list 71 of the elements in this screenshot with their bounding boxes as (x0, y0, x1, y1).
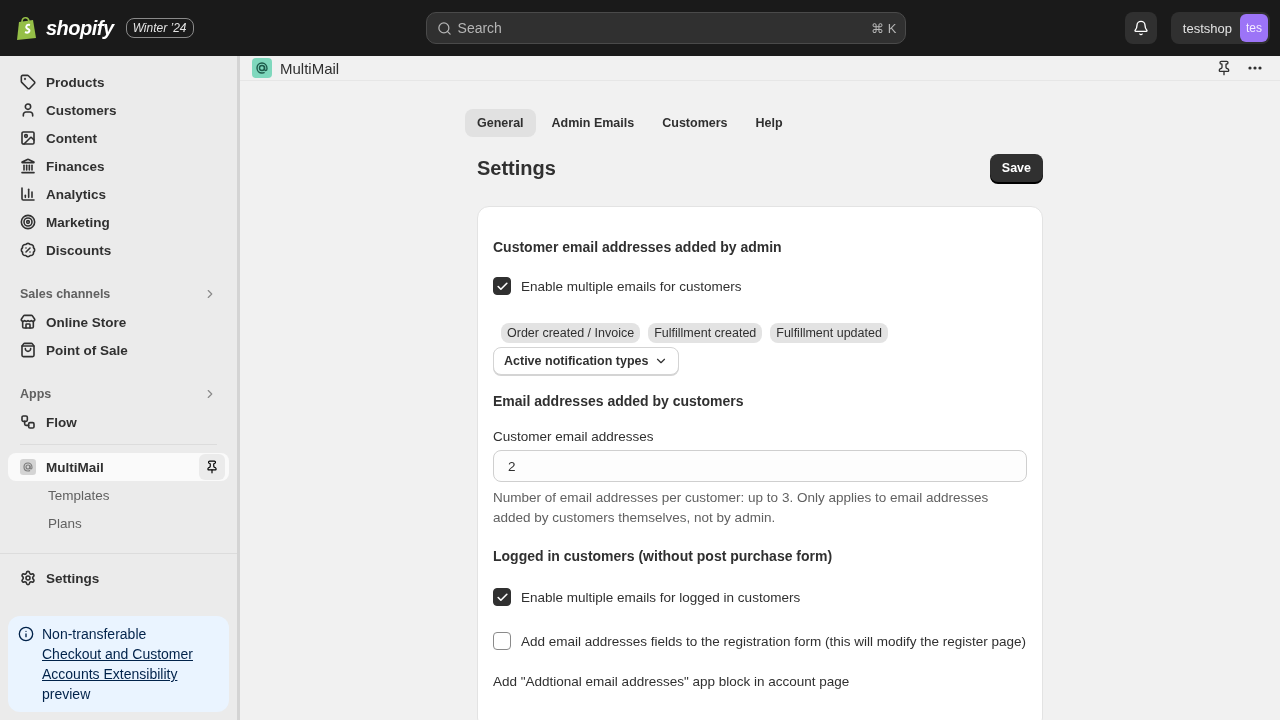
email-count-field[interactable]: 2 (493, 450, 1027, 482)
shopping-bag-logo-icon (16, 16, 38, 40)
info-icon (18, 626, 34, 642)
section-heading: Customer email addresses added by admin (493, 239, 783, 255)
search-icon (436, 20, 452, 36)
flow-icon (20, 414, 36, 430)
sidebar-subitem[interactable]: Templates (8, 481, 229, 509)
bar-chart-icon (20, 186, 36, 202)
tag-icon (20, 74, 36, 90)
bell-icon (1132, 20, 1149, 36)
page-title: MultiMail (280, 59, 341, 77)
store-icon (20, 314, 36, 330)
checkbox-label: Enable multiple emails for logged in customers (521, 589, 801, 605)
at-sign-icon (20, 459, 36, 475)
sidebar-item[interactable]: Settings (8, 564, 229, 592)
section-title: Sales channels (20, 287, 111, 301)
checkbox-label: Enable multiple emails for customers (521, 278, 742, 294)
bank-icon (20, 158, 36, 174)
bag-icon (20, 342, 36, 358)
sidebar-item[interactable]: Products (8, 68, 229, 96)
tab[interactable]: Customers (650, 109, 740, 137)
image-icon (20, 130, 36, 146)
sidebar-subitem[interactable]: Plans (8, 509, 229, 537)
more-icon (1248, 66, 1262, 70)
sidebar-item[interactable]: Flow (8, 408, 229, 436)
sidebar-item[interactable]: Point of Sale (8, 336, 229, 364)
tab[interactable]: General (465, 109, 536, 137)
target-icon (20, 214, 36, 230)
notification-tag: Order created / Invoice (501, 323, 641, 343)
brand-name: shopify (46, 16, 114, 40)
shortcut-hint: ⌘ K (871, 20, 897, 36)
field-label: Customer email addresses (493, 429, 655, 444)
sidebar-item[interactable]: Finances (8, 152, 229, 180)
check-icon (495, 590, 509, 604)
section-title: Apps (20, 387, 52, 401)
store-menu-button[interactable]: testshop tes (1170, 12, 1270, 44)
tab[interactable]: Admin Emails (539, 109, 647, 137)
discount-icon (20, 242, 36, 258)
gear-icon (20, 570, 36, 586)
page-heading: Settings (477, 156, 556, 180)
sidebar-item[interactable]: Discounts (8, 236, 229, 264)
checkbox[interactable] (493, 588, 511, 606)
pin-button[interactable] (199, 454, 225, 480)
store-avatar: tes (1240, 14, 1268, 42)
help-text: Number of email addresses per customer: up to 3. Only applies to email addresses added by customers themselves, not by admin. (493, 489, 990, 527)
notification-tag: Fulfillment updated (770, 323, 888, 343)
sidebar-item[interactable]: Analytics (8, 180, 229, 208)
notification-tag: Fulfillment created (648, 323, 763, 343)
banner-text: Non-transferable Checkout and Customer Accounts Extensibility preview (42, 624, 212, 704)
notifications-button[interactable] (1124, 12, 1157, 44)
section-heading: Email addresses added by customers (493, 393, 745, 409)
checkbox[interactable] (493, 632, 511, 650)
pin-icon (205, 460, 219, 474)
check-icon (495, 279, 509, 293)
search-field[interactable]: Search ⌘ K (425, 12, 906, 44)
section-heading: Logged in customers (without post purchase form) (493, 548, 834, 564)
sidebar-item[interactable]: MultiMail (8, 453, 229, 481)
edition-badge: Winter ’24 (125, 18, 194, 38)
app-icon (252, 58, 272, 78)
checkbox[interactable] (493, 277, 511, 295)
sidebar-item[interactable]: Online Store (8, 308, 229, 336)
checkbox-label: Add email addresses fields to the registration form (this will modify the register page) (521, 633, 1026, 649)
pin-icon (1216, 60, 1232, 76)
tab[interactable]: Help (743, 109, 795, 137)
sidebar-item[interactable]: Customers (8, 96, 229, 124)
notification-types-dropdown[interactable]: Active notification types (493, 347, 680, 375)
person-icon (20, 102, 36, 118)
sidebar-item[interactable]: Marketing (8, 208, 229, 236)
save-button[interactable]: Save (989, 154, 1043, 182)
instruction-text: Add "Addtional email addresses" app block in account page (493, 674, 851, 689)
sidebar-item[interactable]: Content (8, 124, 229, 152)
